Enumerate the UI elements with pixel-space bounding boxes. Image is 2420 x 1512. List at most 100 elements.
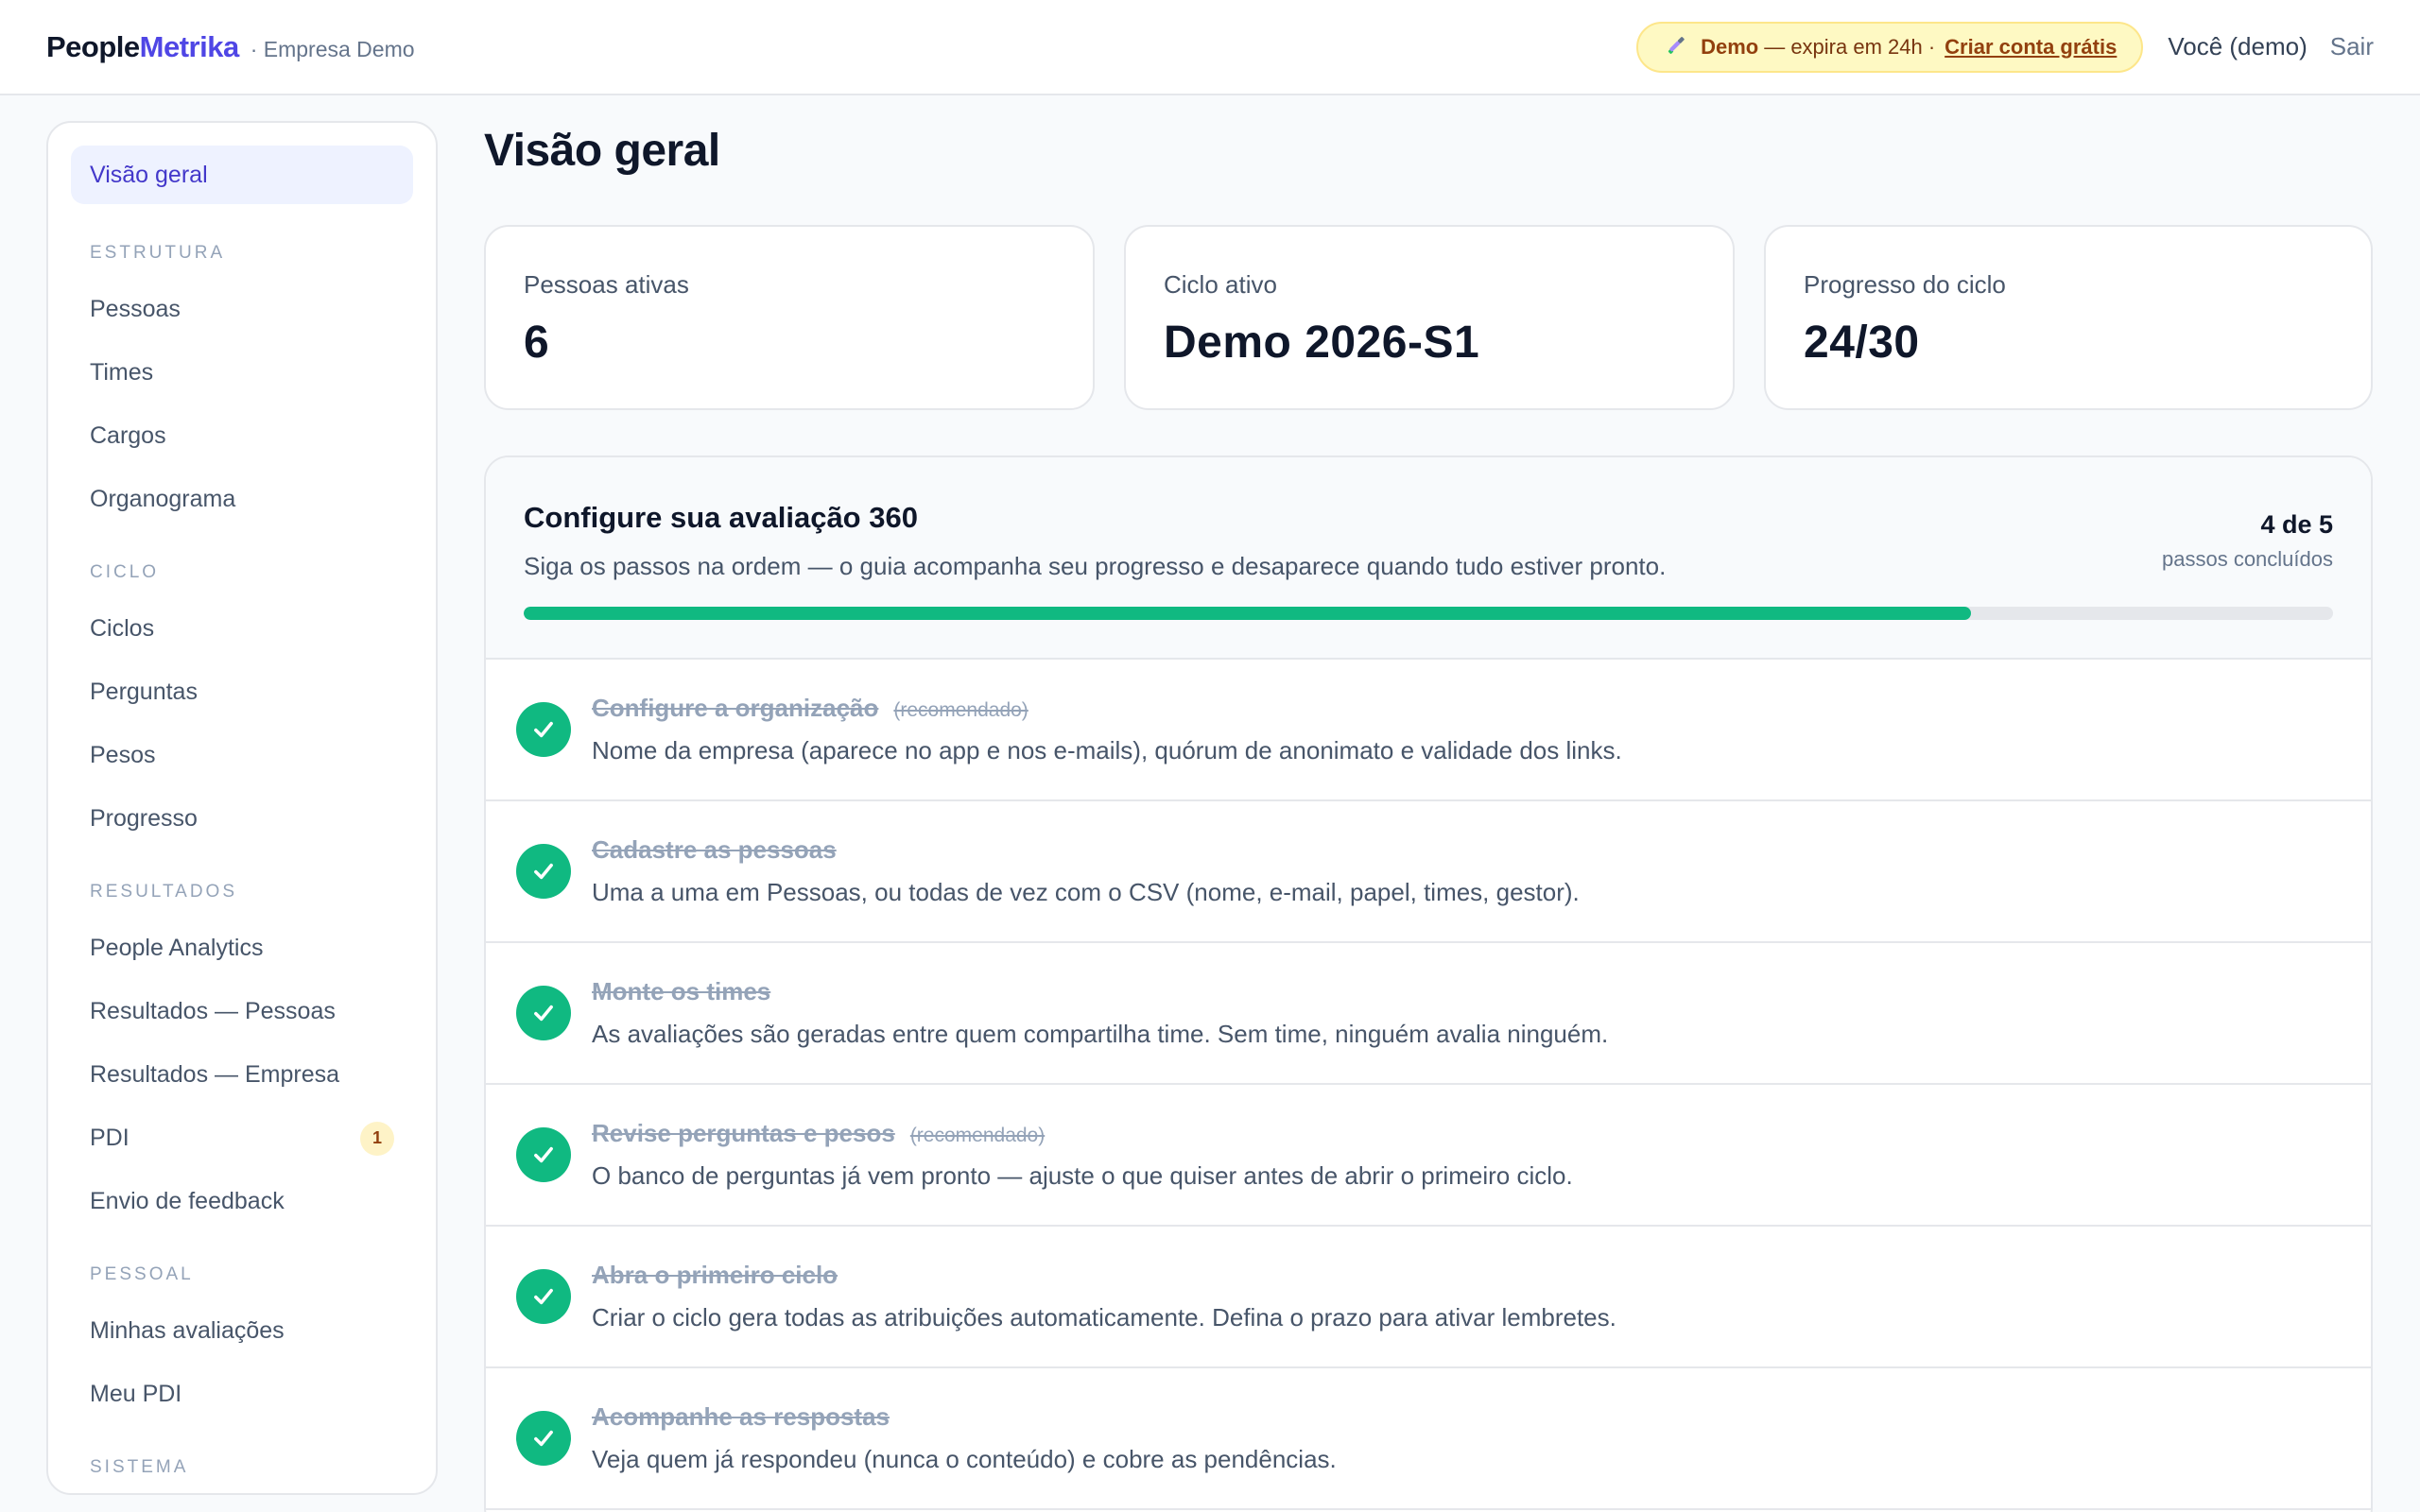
setup-step[interactable]: Abra o primeiro ciclo Criar o ciclo gera… xyxy=(486,1227,2371,1368)
logout-link[interactable]: Sair xyxy=(2330,32,2374,61)
setup-step-description: O banco de perguntas já vem pronto — aju… xyxy=(592,1161,1573,1190)
setup-step-body: Abra o primeiro ciclo Criar o ciclo gera… xyxy=(592,1261,1616,1332)
setup-progress-fill xyxy=(524,607,1972,620)
brand-name-people: People xyxy=(46,29,140,63)
setup-step-description: Veja quem já respondeu (nunca o conteúdo… xyxy=(592,1445,1337,1473)
setup-step[interactable]: Acompanhe as respostas Veja quem já resp… xyxy=(486,1368,2371,1510)
stat-label: Progresso do ciclo xyxy=(1804,270,2006,299)
setup-steps-list: Configure a organização (recomendado) No… xyxy=(486,660,2371,1510)
setup-step-body: Cadastre as pessoas Uma a uma em Pessoas… xyxy=(592,835,1580,907)
steps-completed-label: passos concluídos xyxy=(2162,547,2333,571)
setup-guide: Configure sua avaliação 360 Siga os pass… xyxy=(484,455,2373,1512)
sidebar-section-title: Sistema xyxy=(90,1457,189,1477)
page-title: Visão geral xyxy=(484,126,720,176)
check-icon xyxy=(516,1127,571,1182)
sidebar-item-resultados-empresa[interactable]: Resultados — Empresa xyxy=(71,1043,413,1107)
sidebar-section-estrutura: Estrutura Pessoas Times Cargos Organogra… xyxy=(71,240,413,531)
brand-name-metrika: Metrika xyxy=(139,29,240,63)
demo-expiry-text: — expira em 24h · xyxy=(1764,34,1936,59)
sidebar-section-resultados: Resultados People Analytics Resultados —… xyxy=(71,879,413,1233)
check-icon xyxy=(516,844,571,899)
sidebar-section-pessoal: Pessoal Minhas avaliações Meu PDI xyxy=(71,1262,413,1426)
user-menu[interactable]: Você (demo) xyxy=(2168,32,2307,61)
setup-step[interactable]: Revise perguntas e pesos (recomendado) O… xyxy=(486,1085,2371,1227)
demo-label: Demo xyxy=(1701,34,1759,59)
check-icon xyxy=(516,1411,571,1466)
stat-value: Demo 2026-S1 xyxy=(1164,318,1480,368)
stat-label: Pessoas ativas xyxy=(524,270,689,299)
setup-step-title-row: Revise perguntas e pesos (recomendado) xyxy=(592,1119,1573,1148)
setup-step[interactable]: Cadastre as pessoas Uma a uma em Pessoas… xyxy=(486,801,2371,943)
stat-label: Ciclo ativo xyxy=(1164,270,1277,299)
sidebar-item-envio-feedback[interactable]: Envio de feedback xyxy=(71,1170,413,1233)
top-bar-actions: Demo — expira em 24h · Criar conta gráti… xyxy=(1636,21,2374,73)
setup-step-title: Acompanhe as respostas xyxy=(592,1402,890,1431)
setup-step-body: Configure a organização (recomendado) No… xyxy=(592,694,1622,765)
sidebar-section-title: Resultados xyxy=(90,882,237,902)
setup-guide-header: Configure sua avaliação 360 Siga os pass… xyxy=(486,457,2371,660)
demo-banner: Demo — expira em 24h · Criar conta gráti… xyxy=(1636,21,2144,73)
steps-completed-count: 4 de 5 xyxy=(2260,510,2333,539)
sidebar-section-sistema: Sistema xyxy=(71,1454,413,1481)
sidebar-item-times[interactable]: Times xyxy=(71,341,413,404)
company-name: · Empresa Demo xyxy=(250,36,415,61)
setup-step-description: Uma a uma em Pessoas, ou todas de vez co… xyxy=(592,878,1580,906)
setup-step-title: Monte os times xyxy=(592,977,771,1005)
setup-step-body: Revise perguntas e pesos (recomendado) O… xyxy=(592,1119,1573,1191)
setup-step-title-row: Cadastre as pessoas xyxy=(592,835,1580,865)
sidebar-item-minhas-avaliacoes[interactable]: Minhas avaliações xyxy=(71,1299,413,1363)
setup-guide-title: Configure sua avaliação 360 xyxy=(524,501,918,534)
setup-step-body: Monte os times As avaliações são geradas… xyxy=(592,977,1608,1049)
sidebar-item-meu-pdi[interactable]: Meu PDI xyxy=(71,1363,413,1426)
sidebar-item-cargos[interactable]: Cargos xyxy=(71,404,413,468)
sidebar-section-title: Estrutura xyxy=(90,243,226,263)
setup-step-title-row: Configure a organização (recomendado) xyxy=(592,694,1622,723)
stat-card-active-cycle: Ciclo ativo Demo 2026-S1 xyxy=(1124,225,1735,410)
setup-guide-subtitle: Siga os passos na ordem — o guia acompan… xyxy=(524,552,1667,580)
setup-step-title: Revise perguntas e pesos xyxy=(592,1119,895,1147)
setup-step-description: As avaliações são geradas entre quem com… xyxy=(592,1020,1609,1048)
setup-step-title: Configure a organização xyxy=(592,694,879,722)
setup-step-title-row: Abra o primeiro ciclo xyxy=(592,1261,1616,1290)
sidebar-item-resultados-pessoas[interactable]: Resultados — Pessoas xyxy=(71,980,413,1043)
create-account-link[interactable]: Criar conta grátis xyxy=(1945,35,2117,60)
brand-logo[interactable]: People Metrika · Empresa Demo xyxy=(46,30,415,64)
flask-icon xyxy=(1668,36,1685,54)
sidebar-item-pesos[interactable]: Pesos xyxy=(71,724,413,787)
sidebar: Visão geral Estrutura Pessoas Times Carg… xyxy=(46,121,438,1495)
setup-guide-counter: 4 de 5 passos concluídos xyxy=(2162,510,2333,572)
check-icon xyxy=(516,702,571,757)
top-bar: People Metrika · Empresa Demo Demo — exp… xyxy=(0,0,2420,95)
sidebar-item-pessoas[interactable]: Pessoas xyxy=(71,278,413,341)
sidebar-item-label: PDI xyxy=(90,1125,130,1151)
sidebar-item-people-analytics[interactable]: People Analytics xyxy=(71,917,413,980)
setup-step-title-row: Acompanhe as respostas xyxy=(592,1402,1337,1432)
setup-step-description: Criar o ciclo gera todas as atribuições … xyxy=(592,1303,1616,1332)
setup-step[interactable]: Monte os times As avaliações são geradas… xyxy=(486,943,2371,1085)
setup-step-title: Cadastre as pessoas xyxy=(592,835,837,864)
setup-step-description: Nome da empresa (aparece no app e nos e-… xyxy=(592,736,1622,765)
setup-step-tag: (recomendado) xyxy=(893,699,1028,721)
stat-card-active-people: Pessoas ativas 6 xyxy=(484,225,1095,410)
sidebar-section-ciclo: Ciclo Ciclos Perguntas Pesos Progresso xyxy=(71,559,413,850)
sidebar-item-organograma[interactable]: Organograma xyxy=(71,468,413,531)
sidebar-section-title: Ciclo xyxy=(90,562,160,582)
setup-progress-bar xyxy=(524,607,2333,620)
stat-card-cycle-progress: Progresso do ciclo 24/30 xyxy=(1764,225,2373,410)
setup-step-title-row: Monte os times xyxy=(592,977,1608,1006)
sidebar-section-title: Pessoal xyxy=(90,1264,194,1284)
stat-value: 24/30 xyxy=(1804,318,1920,368)
pdi-count-badge: 1 xyxy=(360,1121,394,1156)
check-icon xyxy=(516,986,571,1040)
sidebar-item-ciclos[interactable]: Ciclos xyxy=(71,597,413,661)
sidebar-item-pdi[interactable]: PDI 1 xyxy=(71,1107,413,1170)
sidebar-item-visao-geral[interactable]: Visão geral xyxy=(71,146,413,204)
setup-step-title: Abra o primeiro ciclo xyxy=(592,1261,838,1289)
check-icon xyxy=(516,1269,571,1324)
setup-step-body: Acompanhe as respostas Veja quem já resp… xyxy=(592,1402,1337,1474)
setup-step-tag: (recomendado) xyxy=(909,1125,1046,1146)
sidebar-item-perguntas[interactable]: Perguntas xyxy=(71,661,413,724)
sidebar-item-progresso[interactable]: Progresso xyxy=(71,787,413,850)
setup-step[interactable]: Configure a organização (recomendado) No… xyxy=(486,660,2371,801)
stat-value: 6 xyxy=(524,318,550,368)
